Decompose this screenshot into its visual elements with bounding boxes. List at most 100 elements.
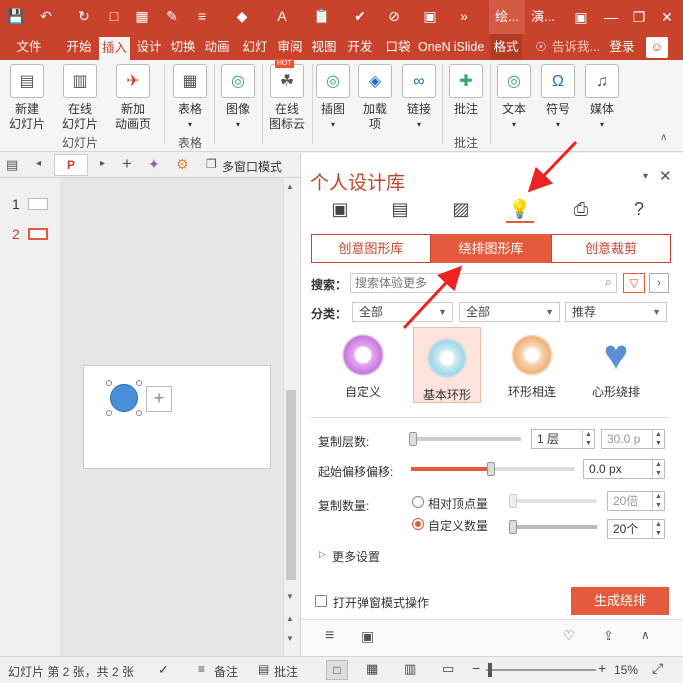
tab-review[interactable]: 审阅	[276, 34, 304, 60]
eyedropper-icon[interactable]: ✎	[162, 6, 182, 26]
sort-select[interactable]: 推荐 ▼	[565, 302, 667, 322]
close-icon[interactable]: ✕	[652, 0, 682, 34]
tab-creative-crop[interactable]: 创意裁剪	[551, 234, 671, 263]
panel-menu-icon[interactable]: ▾	[643, 171, 648, 182]
new-slide-button[interactable]: ▤ 新建 幻灯片	[4, 64, 50, 132]
tab-developer[interactable]: 开发	[344, 34, 376, 60]
spellcheck-icon[interactable]: ✓	[158, 662, 169, 678]
copy-layers-input[interactable]: 1 层 ▲ ▼	[531, 429, 595, 449]
minimize-icon[interactable]: —	[596, 0, 626, 34]
crop-icon[interactable]: ▣	[420, 6, 440, 26]
custom-count-slider[interactable]	[511, 525, 597, 529]
panel-close-icon[interactable]: ✕	[659, 167, 672, 185]
multi-window-button[interactable]: 多窗口模式	[222, 158, 282, 175]
restore-icon[interactable]: ❐	[624, 0, 654, 34]
stepper-arrows-icon[interactable]: ▲ ▼	[652, 492, 664, 510]
more-icon[interactable]: »	[454, 6, 474, 26]
category-select-2[interactable]: 全部 ▼	[459, 302, 560, 322]
font-color-icon[interactable]: A	[272, 6, 292, 26]
gear-icon[interactable]: ⚙	[176, 156, 189, 173]
custom-count-input[interactable]: 20个 ▲ ▼	[607, 519, 665, 539]
ribbon-options-icon[interactable]: ▣	[566, 0, 596, 34]
stepper-arrows-icon[interactable]: ▲ ▼	[582, 430, 594, 448]
symbol-button[interactable]: Ω 符号 ▾	[538, 64, 578, 132]
scroll-down-icon[interactable]: ▼	[286, 592, 294, 601]
next-slide-icon[interactable]: ▼	[286, 634, 294, 643]
clipboard-icon[interactable]: 📋	[312, 6, 332, 26]
tab-creative-shapes[interactable]: 创意图形库	[311, 234, 431, 263]
image-button[interactable]: ◎ 图像 ▾	[218, 64, 258, 132]
new-file-icon[interactable]: □	[104, 6, 124, 26]
tab-design[interactable]: 设计	[135, 34, 163, 60]
powerpoint-icon[interactable]: P	[54, 154, 88, 176]
picture-icon[interactable]: ▨	[447, 195, 475, 223]
tab-animations[interactable]: 动画	[203, 34, 231, 60]
slide-thumbnail-2[interactable]	[28, 228, 48, 240]
layout-options-icon[interactable]: +	[146, 386, 172, 412]
comments-button[interactable]: 批注	[274, 663, 298, 680]
tab-slideshow[interactable]: 幻灯片	[238, 34, 272, 60]
collapse-icon[interactable]: ∧	[641, 628, 650, 642]
box-icon[interactable]: ▣	[361, 628, 374, 645]
resize-handle[interactable]	[136, 380, 142, 386]
menu-icon[interactable]: ≡	[325, 627, 334, 645]
tab-transitions[interactable]: 切换	[169, 34, 197, 60]
fit-window-icon[interactable]: ⤢	[652, 660, 663, 677]
slide-thumbnail-1[interactable]	[28, 198, 48, 210]
tab-islide[interactable]: iSlide	[452, 34, 486, 60]
normal-view-icon[interactable]: □	[326, 660, 348, 680]
redo-icon[interactable]: ↻	[74, 6, 94, 26]
reading-view-icon[interactable]: ▥	[404, 661, 416, 677]
expand-icon[interactable]: ▷	[319, 549, 326, 560]
title-tab-drawing[interactable]: 绘...	[489, 0, 525, 34]
shape-card-linked-rings[interactable]: 环形相连	[497, 325, 567, 403]
resize-handle[interactable]	[136, 410, 142, 416]
title-tab-presentation[interactable]: 演...	[528, 0, 558, 34]
zoom-out-icon[interactable]: −	[472, 660, 480, 676]
text-button[interactable]: ◎ 文本 ▾	[494, 64, 534, 132]
relative-slider[interactable]	[511, 499, 597, 503]
slider-handle[interactable]	[487, 462, 495, 476]
zoom-in-icon[interactable]: +	[598, 660, 606, 676]
tab-onenote[interactable]: OneN	[418, 34, 450, 60]
printer-icon[interactable]: ⎙	[567, 195, 595, 223]
comment-button[interactable]: ✚ 批注	[446, 64, 486, 117]
copy-layers-slider[interactable]	[411, 437, 521, 441]
generate-button[interactable]: 生成绕排	[571, 587, 669, 615]
sections-icon[interactable]: ▤	[6, 157, 18, 173]
slide-canvas[interactable]: +	[83, 365, 271, 469]
more-settings-link[interactable]: 更多设置	[332, 548, 380, 565]
slider-handle[interactable]	[509, 520, 517, 534]
heart-outline-icon[interactable]: ♡	[563, 628, 575, 644]
presentation-icon[interactable]: ▤	[386, 195, 414, 223]
add-icon[interactable]: +	[122, 154, 132, 174]
cube-icon[interactable]: ▣	[326, 195, 354, 223]
zoom-level[interactable]: 15%	[614, 663, 638, 677]
scroll-left-icon[interactable]: ◂	[36, 158, 41, 169]
search-box[interactable]: ⌕	[350, 273, 617, 293]
zoom-slider-handle[interactable]	[488, 663, 492, 677]
grid-icon[interactable]: ▦	[132, 6, 152, 26]
layer-size-input[interactable]: 30.0 p ▲ ▼	[601, 429, 665, 449]
table-button[interactable]: ▦ 表格 ▾	[170, 64, 210, 132]
tab-home[interactable]: 开始	[64, 34, 94, 60]
brush-icon[interactable]: ✔	[350, 6, 370, 26]
lightbulb-tab-icon[interactable]: 💡	[506, 195, 534, 223]
stepper-arrows-icon[interactable]: ▲ ▼	[652, 460, 664, 478]
help-icon[interactable]: ?	[625, 195, 653, 223]
resize-handle[interactable]	[106, 380, 112, 386]
user-icon[interactable]: ☺	[646, 37, 668, 58]
shape-card-custom[interactable]: 自定义	[328, 325, 398, 403]
stepper-arrows-icon[interactable]: ▲ ▼	[652, 520, 664, 538]
share-icon[interactable]: ⇪	[603, 628, 614, 644]
relative-vertex-radio[interactable]	[412, 496, 424, 508]
tab-format[interactable]: 格式	[490, 34, 522, 60]
scroll-thumb[interactable]	[286, 390, 296, 580]
signin-link[interactable]: 登录	[608, 34, 636, 60]
relative-input[interactable]: 20倍 ▲ ▼	[607, 491, 665, 511]
media-button[interactable]: ♫ 媒体 ▾	[582, 64, 622, 132]
slider-handle[interactable]	[509, 494, 517, 508]
slideshow-icon[interactable]: ▭	[442, 661, 454, 677]
tab-view[interactable]: 视图	[310, 34, 338, 60]
filter-icon[interactable]: ▽	[623, 273, 645, 293]
